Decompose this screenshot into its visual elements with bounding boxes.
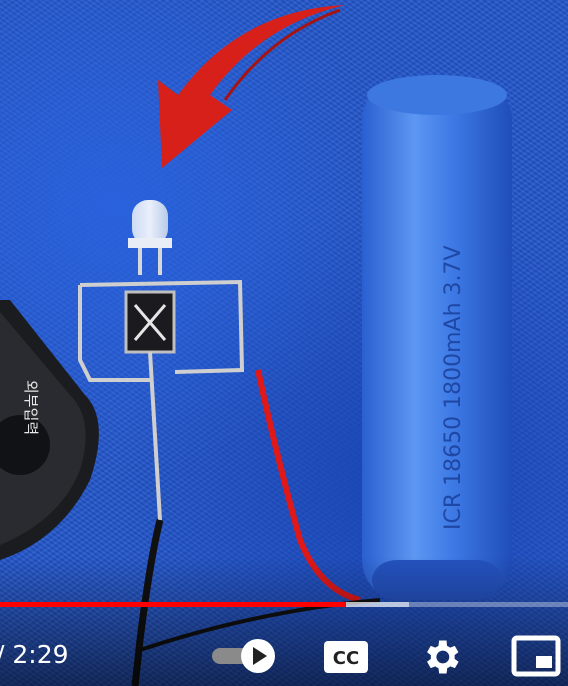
battery-label-text: ICR 18650 1800mAh 3.7V (441, 245, 466, 530)
miniplayer-button[interactable] (510, 634, 562, 678)
battery: ICR 18650 1800mAh 3.7V (362, 75, 512, 600)
autoplay-toggle[interactable] (210, 638, 278, 674)
settings-button[interactable] (416, 632, 466, 682)
progress-played (0, 602, 347, 607)
gear-icon (427, 640, 459, 674)
remote-label-text: 외부입력 (22, 380, 40, 435)
red-arrow (158, 5, 345, 168)
cc-label: CC (333, 648, 359, 669)
video-player[interactable]: 외부입력 ICR 18650 1800mAh 3.7V / 2:29 CC (0, 0, 568, 686)
time-display: / 2:29 (0, 640, 69, 669)
miniplayer-icon (511, 635, 561, 677)
controls-gradient (0, 556, 568, 686)
remote-control: 외부입력 (0, 300, 99, 560)
autoplay-toggle-icon (212, 639, 275, 673)
progress-bar[interactable] (0, 602, 568, 607)
cc-icon: CC (324, 641, 368, 673)
subtitles-button[interactable]: CC (322, 637, 370, 677)
